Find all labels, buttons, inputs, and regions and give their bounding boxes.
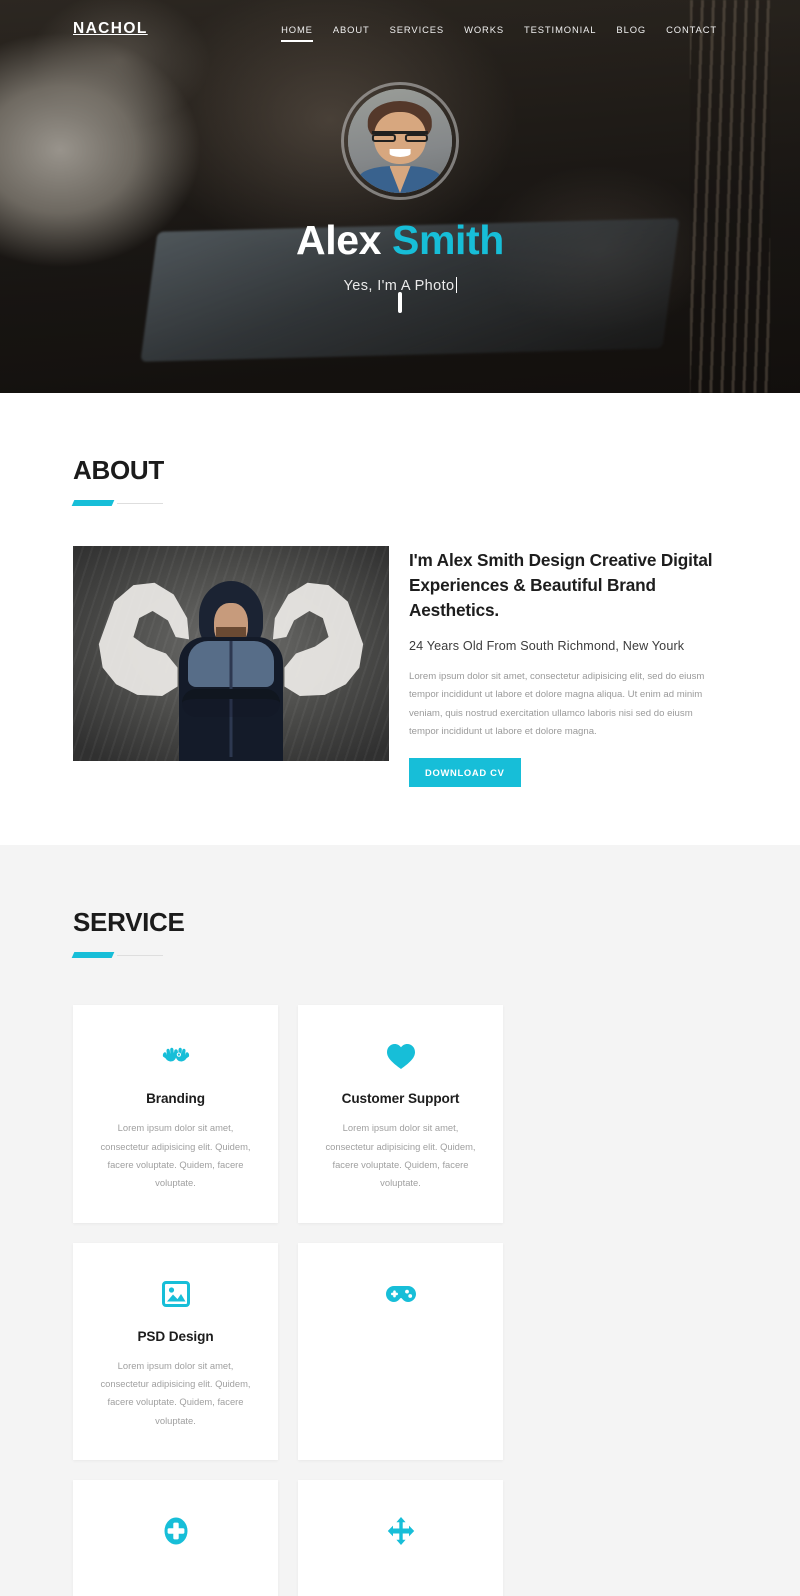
about-paragraph: Lorem ipsum dolor sit amet, consectetur … bbox=[409, 670, 705, 738]
service-section: SERVICE Branding Lorem ipsum dolor sit a… bbox=[0, 845, 800, 1596]
nav-item-contact[interactable]: CONTACT bbox=[656, 20, 727, 39]
service-card-move[interactable] bbox=[298, 1480, 503, 1596]
nav-item-testimonial[interactable]: TESTIMONIAL bbox=[514, 20, 606, 39]
service-card-description: Lorem ipsum dolor sit amet, consectetur … bbox=[100, 1122, 251, 1189]
hero-section: NACHOL HOME ABOUT SERVICES WORKS TESTIMO… bbox=[0, 0, 800, 393]
service-card-title: Branding bbox=[146, 1091, 205, 1107]
nav-item-about[interactable]: ABOUT bbox=[323, 20, 380, 39]
typing-cursor bbox=[455, 277, 457, 293]
page-title: Alex Smith bbox=[0, 220, 800, 261]
about-section-title: ABOUT bbox=[73, 455, 164, 485]
avatar-shirt bbox=[359, 165, 441, 193]
nav-item-services[interactable]: SERVICES bbox=[380, 20, 454, 39]
about-grid: I'm Alex Smith Design Creative Digital E… bbox=[73, 546, 727, 788]
hero-name-first: Alex bbox=[296, 217, 382, 263]
hero-content: Alex Smith Yes, I'm A Photo bbox=[0, 58, 800, 313]
nav-item-blog[interactable]: BLOG bbox=[606, 20, 656, 39]
avatar-glasses-icon bbox=[371, 130, 429, 143]
service-section-title: SERVICE bbox=[73, 907, 185, 938]
mouse-scroll-icon[interactable] bbox=[398, 292, 402, 313]
service-card-grid: Branding Lorem ipsum dolor sit amet, con… bbox=[73, 1005, 727, 1596]
hands-icon bbox=[93, 1039, 258, 1073]
nav-item-works[interactable]: WORKS bbox=[454, 20, 514, 39]
service-card-customer-support[interactable]: Customer Support Lorem ipsum dolor sit a… bbox=[298, 1005, 503, 1223]
service-card-plus[interactable] bbox=[73, 1480, 278, 1596]
about-image-person bbox=[177, 581, 285, 761]
top-navigation-bar: NACHOL HOME ABOUT SERVICES WORKS TESTIMO… bbox=[0, 0, 800, 58]
service-title-rule bbox=[71, 951, 163, 961]
plus-circle-icon bbox=[93, 1514, 258, 1548]
rule-accent-bar bbox=[71, 500, 115, 506]
service-card-title: Customer Support bbox=[341, 1091, 460, 1107]
about-heading: I'm Alex Smith Design Creative Digital E… bbox=[409, 550, 713, 620]
nav-item-home[interactable]: HOME bbox=[271, 20, 323, 42]
rule-line bbox=[117, 502, 163, 504]
rule-line bbox=[117, 954, 163, 957]
service-card-branding[interactable]: Branding Lorem ipsum dolor sit amet, con… bbox=[73, 1005, 278, 1223]
rule-accent-bar bbox=[71, 952, 115, 959]
avatar-ring bbox=[341, 82, 459, 200]
about-section: ABOUT I'm Alex Smith Design Creative Dig… bbox=[0, 393, 800, 846]
image-icon bbox=[93, 1277, 258, 1311]
service-card-psd-design[interactable]: PSD Design Lorem ipsum dolor sit amet, c… bbox=[73, 1242, 278, 1461]
site-logo[interactable]: NACHOL bbox=[73, 20, 148, 38]
about-text-column: I'm Alex Smith Design Creative Digital E… bbox=[409, 546, 727, 788]
hero-name-last: Smith bbox=[392, 217, 504, 263]
main-nav: HOME ABOUT SERVICES WORKS TESTIMONIAL BL… bbox=[271, 20, 727, 42]
arrows-move-icon bbox=[318, 1514, 483, 1548]
download-cv-button[interactable]: DOWNLOAD CV bbox=[409, 758, 521, 788]
about-image-crossed-arms bbox=[182, 689, 280, 717]
heart-icon bbox=[318, 1039, 483, 1073]
avatar bbox=[348, 89, 452, 193]
service-card-description: Lorem ipsum dolor sit amet, consectetur … bbox=[325, 1122, 476, 1189]
service-card-description: Lorem ipsum dolor sit amet, consectetur … bbox=[100, 1359, 251, 1426]
service-card-gamepad[interactable] bbox=[298, 1242, 503, 1461]
gamepad-icon bbox=[318, 1277, 483, 1311]
service-card-title: PSD Design bbox=[137, 1328, 214, 1344]
about-title-rule bbox=[71, 499, 163, 509]
about-image bbox=[73, 546, 389, 761]
about-location: 24 Years Old From South Richmond, New Yo… bbox=[409, 638, 685, 653]
